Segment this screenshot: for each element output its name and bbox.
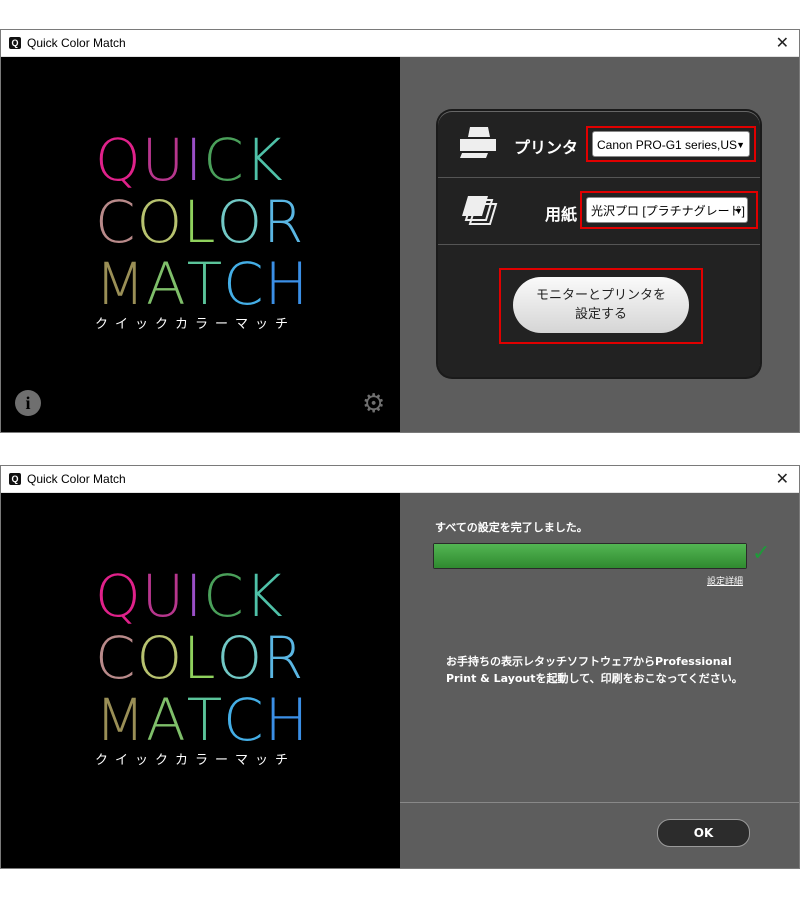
quick-color-match-window-setup: Q Quick Color Match ✕ QUICK COLOR MATCH …	[0, 29, 800, 433]
logo-letter: R	[263, 624, 305, 692]
logo-letter: C	[223, 250, 265, 318]
paper-label: 用紙	[545, 205, 578, 224]
instruction-text: お手持ちの表示レタッチソフトウェアからProfessional Print & …	[446, 653, 766, 687]
logo-pane: QUICK COLOR MATCH クイックカラーマッチ	[1, 493, 400, 868]
logo-letter: O	[136, 188, 184, 256]
logo-letter: U	[141, 562, 186, 630]
logo-letter: C	[223, 686, 265, 754]
highlight-box-paper	[580, 191, 758, 229]
quick-color-match-logo: QUICK COLOR MATCH クイックカラーマッチ	[95, 565, 325, 768]
logo-line-quick: QUICK	[95, 565, 325, 627]
quick-color-match-window-complete: Q Quick Color Match ✕ QUICK COLOR MATCH …	[0, 465, 800, 869]
logo-letter: C	[95, 188, 137, 256]
ok-button[interactable]: OK	[657, 819, 750, 847]
logo-letter: T	[186, 686, 224, 754]
close-icon[interactable]: ✕	[776, 469, 789, 488]
logo-letter: A	[146, 686, 187, 754]
logo-letter: M	[95, 686, 147, 754]
logo-letter: C	[95, 624, 137, 692]
logo-pane: QUICK COLOR MATCH クイックカラーマッチ i ⚙	[1, 57, 400, 432]
logo-line-color: COLOR	[95, 627, 325, 689]
logo-letter: O	[136, 624, 184, 692]
highlight-box-setup-button	[499, 268, 703, 344]
settings-details-link[interactable]: 設定詳細	[707, 574, 743, 587]
logo-letter: K	[244, 126, 284, 194]
logo-letter: U	[141, 126, 186, 194]
checkmark-icon: ✓	[752, 541, 771, 566]
logo-subtitle: クイックカラーマッチ	[95, 753, 296, 768]
printer-icon	[458, 125, 498, 167]
window-title: Quick Color Match	[27, 472, 126, 486]
instruction-line2: Print & Layoutを起動して、印刷をおこなってください。	[446, 672, 743, 685]
printer-row: プリンタ Canon PRO-G1 series,US ▼	[438, 111, 760, 178]
logo-letter: Q	[95, 562, 142, 630]
window-title: Quick Color Match	[27, 36, 126, 50]
logo-line-match: MATCH	[95, 253, 325, 315]
paper-stack-icon	[458, 192, 498, 234]
logo-letter: K	[244, 562, 284, 630]
logo-letter: A	[146, 250, 187, 318]
app-icon: Q	[9, 473, 21, 485]
title-bar: Q Quick Color Match ✕	[1, 30, 799, 57]
logo-letter: I	[185, 562, 204, 630]
divider	[400, 802, 799, 803]
quick-color-match-logo: QUICK COLOR MATCH クイックカラーマッチ	[95, 129, 325, 332]
instruction-line1: お手持ちの表示レタッチソフトウェアからProfessional	[446, 655, 732, 668]
logo-letter: L	[183, 624, 217, 692]
settings-pane: プリンタ Canon PRO-G1 series,US ▼ 用紙 光沢プロ [プ…	[400, 57, 799, 432]
completion-message: すべての設定を完了しました。	[435, 521, 588, 534]
logo-line-quick: QUICK	[95, 129, 325, 191]
logo-subtitle: クイックカラーマッチ	[95, 317, 296, 332]
logo-letter: L	[183, 188, 217, 256]
progress-bar	[433, 543, 747, 569]
app-icon: Q	[9, 37, 21, 49]
logo-letter: O	[216, 624, 264, 692]
close-icon[interactable]: ✕	[776, 33, 789, 52]
gear-icon[interactable]: ⚙	[362, 391, 385, 417]
logo-line-match: MATCH	[95, 689, 325, 751]
logo-letter: H	[264, 250, 310, 318]
logo-letter: O	[216, 188, 264, 256]
logo-letter: T	[186, 250, 224, 318]
completion-pane: すべての設定を完了しました。 ✓ 設定詳細 お手持ちの表示レタッチソフトウェアか…	[400, 493, 799, 868]
logo-letter: H	[264, 686, 310, 754]
highlight-box-printer	[586, 126, 756, 162]
logo-line-color: COLOR	[95, 191, 325, 253]
printer-label: プリンタ	[514, 138, 579, 157]
settings-panel: プリンタ Canon PRO-G1 series,US ▼ 用紙 光沢プロ [プ…	[438, 111, 760, 377]
paper-row: 用紙 光沢プロ [プラチナグレード] ▼	[438, 178, 760, 245]
info-icon[interactable]: i	[15, 390, 41, 416]
logo-letter: I	[185, 126, 204, 194]
logo-letter: Q	[95, 126, 142, 194]
title-bar: Q Quick Color Match ✕	[1, 466, 799, 493]
logo-letter: C	[203, 126, 245, 194]
logo-letter: M	[95, 250, 147, 318]
logo-letter: C	[203, 562, 245, 630]
logo-letter: R	[263, 188, 305, 256]
progress-fill	[434, 544, 746, 568]
